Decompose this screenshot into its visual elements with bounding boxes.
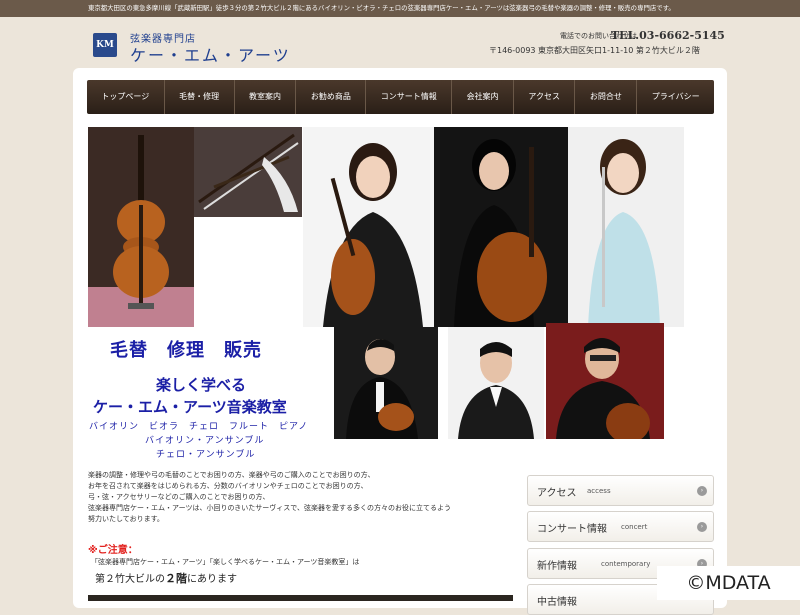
cellist-photo-2: [546, 323, 664, 439]
nav-item-company[interactable]: 会社案内: [452, 80, 514, 114]
notice-floor-text: 第２竹大ビルの２階にあります: [95, 570, 237, 586]
intro-line: 努力いたしております。: [88, 515, 164, 523]
hero-school-catch: 楽しく学べる: [156, 376, 247, 394]
violinist-photo-1: [303, 127, 434, 327]
sidebar-item-label: アクセス: [537, 488, 577, 499]
copyright-watermark: ©MDATA: [657, 566, 800, 600]
bottom-banner-strip: [88, 595, 513, 601]
notice-text: 「弦楽器専門店ケー・エム・アーツ」「楽しく学べるケー・エム・アーツ音楽教室」は: [91, 558, 360, 566]
nav-item-concert[interactable]: コンサート情報: [366, 80, 453, 114]
sidebar-item-sublabel: access: [587, 487, 611, 495]
flutist-photo-2: [448, 327, 544, 439]
sidebar-item-concert[interactable]: コンサート情報 concert ›: [527, 511, 714, 542]
nav-item-top[interactable]: トップページ: [87, 80, 165, 114]
intro-line: 楽器の調整・修理や弓の毛替のことでお困りの方、楽器や弓のご購入のことでお困りの方…: [88, 471, 375, 479]
cellist-photo-1: [434, 127, 568, 327]
nav-item-privacy[interactable]: プライバシー: [637, 80, 714, 114]
violinist-photo-2: [334, 327, 438, 439]
hero-ensemble-cello: チェロ・アンサンブル: [156, 450, 256, 460]
notice-title: ※ご注意：: [88, 545, 138, 556]
shop-address: 〒146-0093 東京都大田区矢口1-11-10 第２竹大ビル２階: [489, 46, 700, 55]
sidebar-item-sublabel: contemporary: [601, 560, 651, 568]
nav-item-recommended[interactable]: お勧め商品: [296, 80, 367, 114]
intro-line: お年を召されて楽器をはじめられる方、分数のバイオリンやチェロのことでお困りの方、: [88, 482, 368, 490]
chevron-right-icon: ›: [697, 522, 707, 532]
notice-floor-bold: ２階: [165, 572, 187, 585]
sidebar-item-label: 新作情報: [537, 561, 577, 572]
nav-item-contact[interactable]: お問合せ: [575, 80, 638, 114]
hero-school-name: ケー・エム・アーツ音楽教室: [93, 398, 287, 416]
nav-item-access[interactable]: アクセス: [514, 80, 576, 114]
notice-floor-suffix: にあります: [187, 574, 237, 585]
logo-title[interactable]: ケー・エム・アーツ: [130, 42, 291, 66]
chevron-right-icon: ›: [697, 486, 707, 496]
intro-text: 楽器の調整・修理や弓の毛替のことでお困りの方、楽器や弓のご購入のことでお困りの方…: [88, 470, 508, 525]
sidebar-item-label: コンサート情報: [537, 524, 607, 535]
top-info-bar: 東京都大田区の東急多摩川線「武蔵新田駅」徒歩３分の第２竹大ビル２階にあるバイオリ…: [0, 0, 800, 17]
hero-instruments: バイオリン ビオラ チェロ フルート ピアノ: [89, 422, 309, 432]
phone-number[interactable]: TEL.03-6662-5145: [611, 29, 725, 42]
nav-item-rehair-repair[interactable]: 毛替・修理: [165, 80, 235, 114]
sidebar-item-access[interactable]: アクセス access ›: [527, 475, 714, 506]
notice-floor-prefix: 第２竹大ビルの: [95, 574, 165, 585]
shop-logo-icon[interactable]: KM: [93, 33, 117, 57]
intro-line: 弦楽器専門店ケー・エム・アーツは、小回りのきいたサーヴィスで、弦楽器を愛する多く…: [88, 504, 451, 512]
nav-item-school[interactable]: 教室案内: [235, 80, 297, 114]
hero-services-text: 毛替 修理 販売: [110, 340, 262, 361]
hero-ensemble-violin: バイオリン・アンサンブル: [145, 436, 265, 446]
intro-line: 弓・弦・アクセサリーなどのご購入のことでお困りの方、: [88, 493, 270, 501]
flutist-photo: [568, 127, 684, 327]
sidebar-item-label: 中古情報: [537, 597, 577, 608]
site-header: KM 弦楽器専門店 ケー・エム・アーツ 電話でのお問い合わせは TEL.03-6…: [0, 17, 800, 69]
sidebar-item-sublabel: concert: [621, 523, 648, 531]
bows-photo: [194, 127, 302, 217]
violin-photo: [88, 127, 194, 327]
main-nav: トップページ 毛替・修理 教室案内 お勧め商品 コンサート情報 会社案内 アクセ…: [87, 80, 714, 114]
